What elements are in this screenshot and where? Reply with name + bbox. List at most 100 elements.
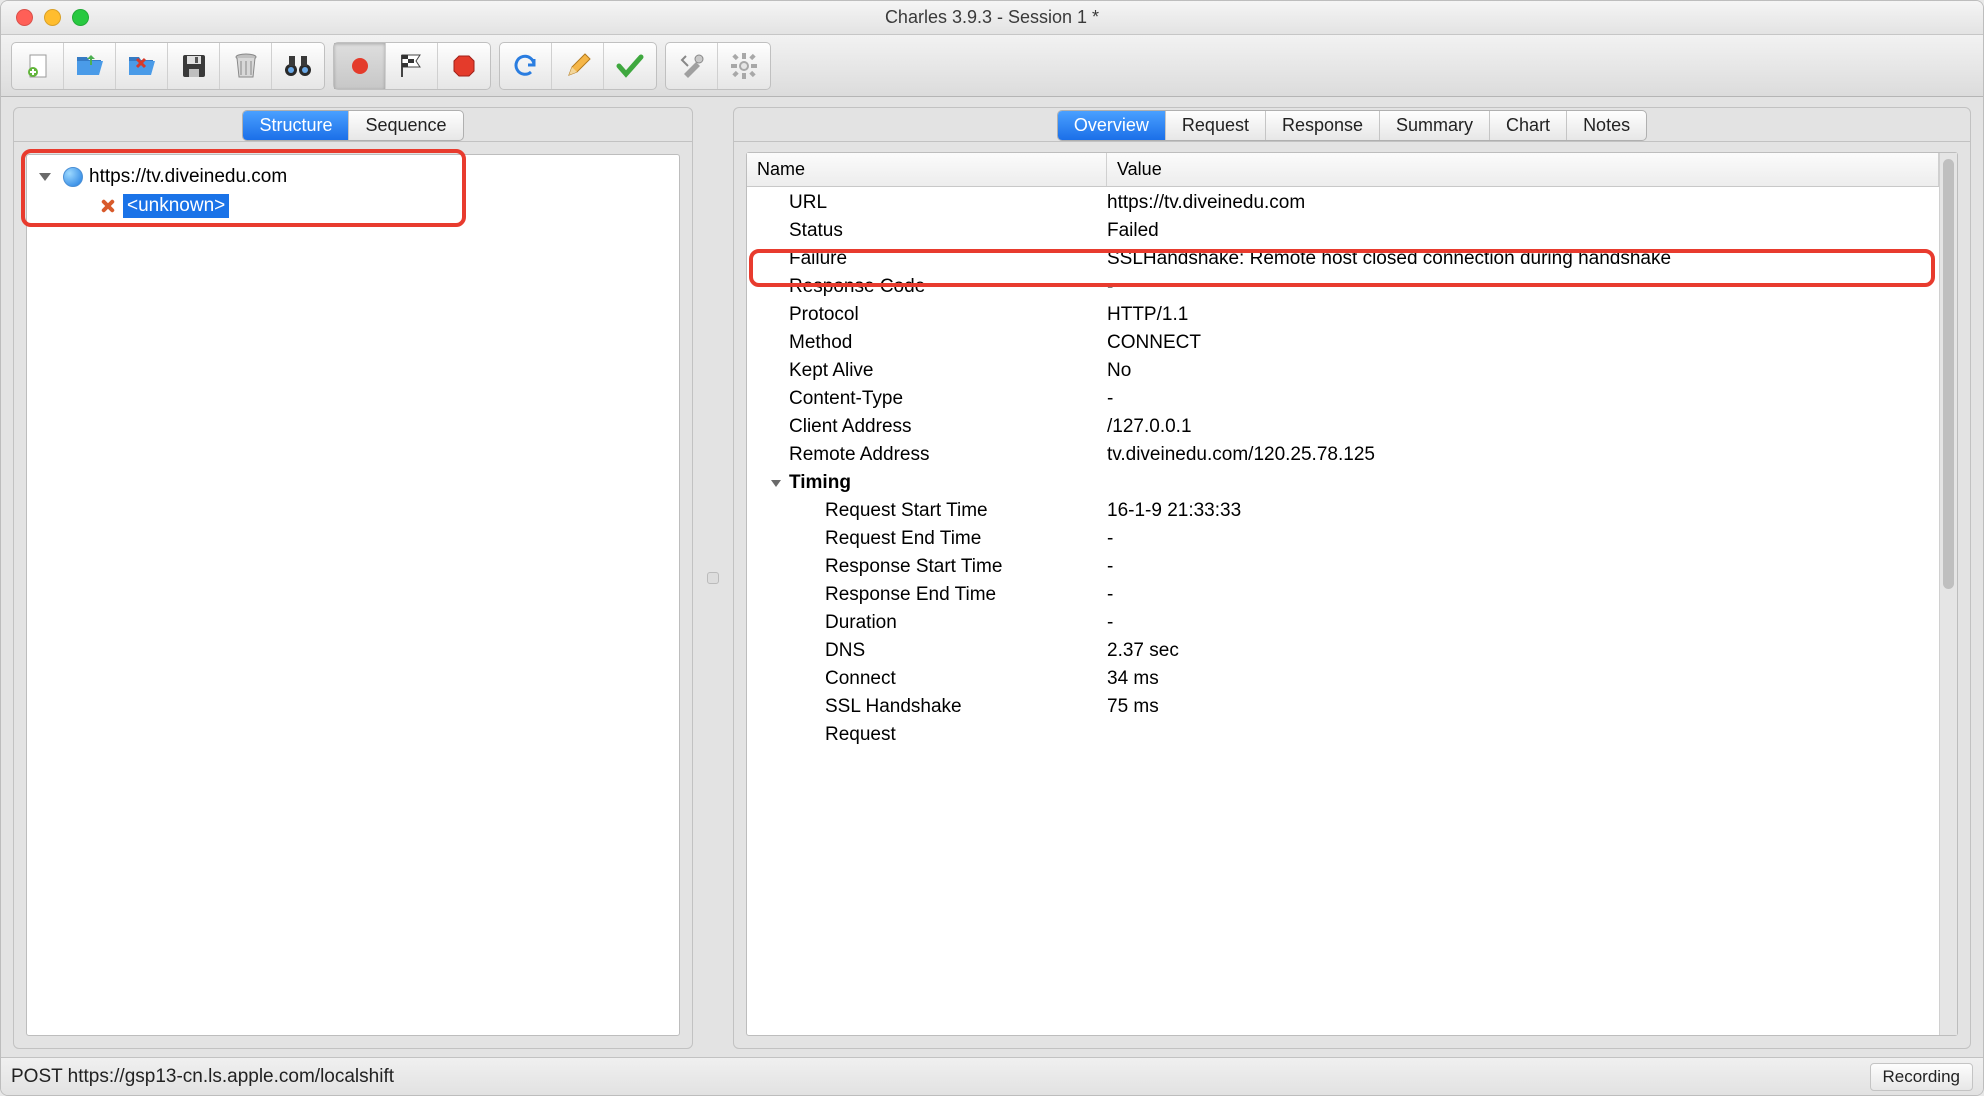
row-request-start-time[interactable]: Request Start Time16-1-9 21:33:33 bbox=[747, 497, 1939, 525]
key-client-address: Client Address bbox=[747, 416, 1107, 438]
gear-icon bbox=[729, 51, 759, 81]
close-window-button[interactable] bbox=[16, 9, 33, 26]
minimize-window-button[interactable] bbox=[44, 9, 61, 26]
annotation-highlight-failure bbox=[749, 249, 1935, 287]
settings-button[interactable] bbox=[718, 43, 770, 89]
window-title: Charles 3.9.3 - Session 1 * bbox=[1, 7, 1983, 28]
tab-summary[interactable]: Summary bbox=[1380, 111, 1490, 140]
annotation-highlight-tree bbox=[21, 149, 466, 227]
row-kept-alive[interactable]: Kept AliveNo bbox=[747, 357, 1939, 385]
row-duration[interactable]: Duration- bbox=[747, 609, 1939, 637]
key-content-type: Content-Type bbox=[747, 388, 1107, 410]
tools-button[interactable] bbox=[666, 43, 718, 89]
compose-button[interactable] bbox=[552, 43, 604, 89]
row-request-end-time[interactable]: Request End Time- bbox=[747, 525, 1939, 553]
left-tabs: Structure Sequence bbox=[242, 110, 463, 141]
repeat-button[interactable] bbox=[500, 43, 552, 89]
val-dns: 2.37 sec bbox=[1107, 640, 1939, 662]
row-dns[interactable]: DNS2.37 sec bbox=[747, 637, 1939, 665]
key-duration: Duration bbox=[747, 612, 1107, 634]
val-client-address: /127.0.0.1 bbox=[1107, 416, 1939, 438]
tab-response[interactable]: Response bbox=[1266, 111, 1380, 140]
save-session-button[interactable] bbox=[168, 43, 220, 89]
key-timing: Timing bbox=[789, 472, 851, 494]
col-header-value[interactable]: Value bbox=[1107, 153, 1939, 186]
left-tabbar: Structure Sequence bbox=[14, 108, 692, 142]
key-response-end-time: Response End Time bbox=[747, 584, 1107, 606]
row-ssl-handshake[interactable]: SSL Handshake75 ms bbox=[747, 693, 1939, 721]
session-tree[interactable]: https://tv.diveinedu.com <unknown> bbox=[26, 154, 680, 1036]
tab-overview[interactable]: Overview bbox=[1058, 111, 1166, 140]
val-request-start-time: 16-1-9 21:33:33 bbox=[1107, 500, 1939, 522]
toolbar-group-tools bbox=[665, 42, 771, 90]
new-session-button[interactable] bbox=[12, 43, 64, 89]
right-tabs: Overview Request Response Summary Chart … bbox=[1057, 110, 1647, 141]
tab-notes[interactable]: Notes bbox=[1567, 111, 1646, 140]
row-timing[interactable]: Timing bbox=[747, 469, 1939, 497]
breakpoints-button[interactable] bbox=[438, 43, 490, 89]
val-request-end-time: - bbox=[1107, 528, 1939, 550]
close-session-button[interactable] bbox=[116, 43, 168, 89]
val-response-start-time: - bbox=[1107, 556, 1939, 578]
recording-indicator[interactable]: Recording bbox=[1870, 1063, 1974, 1091]
statusbar: POST https://gsp13-cn.ls.apple.com/local… bbox=[1, 1057, 1983, 1095]
val-method: CONNECT bbox=[1107, 332, 1939, 354]
find-button[interactable] bbox=[272, 43, 324, 89]
validate-button[interactable] bbox=[604, 43, 656, 89]
tab-chart[interactable]: Chart bbox=[1490, 111, 1567, 140]
throttle-button[interactable] bbox=[386, 43, 438, 89]
row-status[interactable]: StatusFailed bbox=[747, 217, 1939, 245]
row-request-timing[interactable]: Request bbox=[747, 721, 1939, 749]
overview-body: Name Value URLhttps://tv.diveinedu.com S… bbox=[746, 152, 1958, 1036]
disclosure-icon[interactable] bbox=[771, 480, 781, 487]
stop-icon bbox=[449, 51, 479, 81]
tab-request[interactable]: Request bbox=[1166, 111, 1266, 140]
check-icon bbox=[615, 51, 645, 81]
error-icon bbox=[97, 196, 117, 216]
left-panel: Structure Sequence https://tv.diveinedu.… bbox=[13, 107, 693, 1049]
record-icon bbox=[345, 51, 375, 81]
app-window: Charles 3.9.3 - Session 1 * bbox=[0, 0, 1984, 1096]
val-remote-address: tv.diveinedu.com/120.25.78.125 bbox=[1107, 444, 1939, 466]
save-icon bbox=[179, 51, 209, 81]
right-tabbar: Overview Request Response Summary Chart … bbox=[734, 108, 1970, 142]
row-response-start-time[interactable]: Response Start Time- bbox=[747, 553, 1939, 581]
open-session-button[interactable] bbox=[64, 43, 116, 89]
refresh-icon bbox=[511, 51, 541, 81]
val-duration: - bbox=[1107, 612, 1939, 634]
right-panel: Overview Request Response Summary Chart … bbox=[733, 107, 1971, 1049]
record-button[interactable] bbox=[334, 43, 386, 89]
binoculars-icon bbox=[283, 51, 313, 81]
val-ssl-handshake: 75 ms bbox=[1107, 696, 1939, 718]
row-method[interactable]: MethodCONNECT bbox=[747, 329, 1939, 357]
row-response-end-time[interactable]: Response End Time- bbox=[747, 581, 1939, 609]
row-client-address[interactable]: Client Address/127.0.0.1 bbox=[747, 413, 1939, 441]
row-remote-address[interactable]: Remote Addresstv.diveinedu.com/120.25.78… bbox=[747, 441, 1939, 469]
row-protocol[interactable]: ProtocolHTTP/1.1 bbox=[747, 301, 1939, 329]
split-handle-grip-icon bbox=[707, 572, 719, 584]
tab-sequence[interactable]: Sequence bbox=[349, 111, 462, 140]
val-connect: 34 ms bbox=[1107, 668, 1939, 690]
scrollbar-thumb[interactable] bbox=[1943, 159, 1954, 589]
tab-structure[interactable]: Structure bbox=[243, 111, 349, 140]
val-content-type: - bbox=[1107, 388, 1939, 410]
row-content-type[interactable]: Content-Type- bbox=[747, 385, 1939, 413]
trash-icon bbox=[231, 51, 261, 81]
tools-icon bbox=[677, 51, 707, 81]
row-url[interactable]: URLhttps://tv.diveinedu.com bbox=[747, 189, 1939, 217]
split-handle[interactable] bbox=[703, 107, 723, 1049]
overview-scroll[interactable]: Name Value URLhttps://tv.diveinedu.com S… bbox=[747, 153, 1939, 1035]
key-remote-address: Remote Address bbox=[747, 444, 1107, 466]
col-header-name[interactable]: Name bbox=[747, 153, 1107, 186]
key-connect: Connect bbox=[747, 668, 1107, 690]
val-kept-alive: No bbox=[1107, 360, 1939, 382]
key-method: Method bbox=[747, 332, 1107, 354]
overview-column-headers: Name Value bbox=[747, 153, 1939, 187]
zoom-window-button[interactable] bbox=[72, 9, 89, 26]
scrollbar[interactable] bbox=[1939, 153, 1957, 1035]
key-kept-alive: Kept Alive bbox=[747, 360, 1107, 382]
row-connect[interactable]: Connect34 ms bbox=[747, 665, 1939, 693]
flag-icon bbox=[397, 51, 427, 81]
clear-session-button[interactable] bbox=[220, 43, 272, 89]
key-dns: DNS bbox=[747, 640, 1107, 662]
